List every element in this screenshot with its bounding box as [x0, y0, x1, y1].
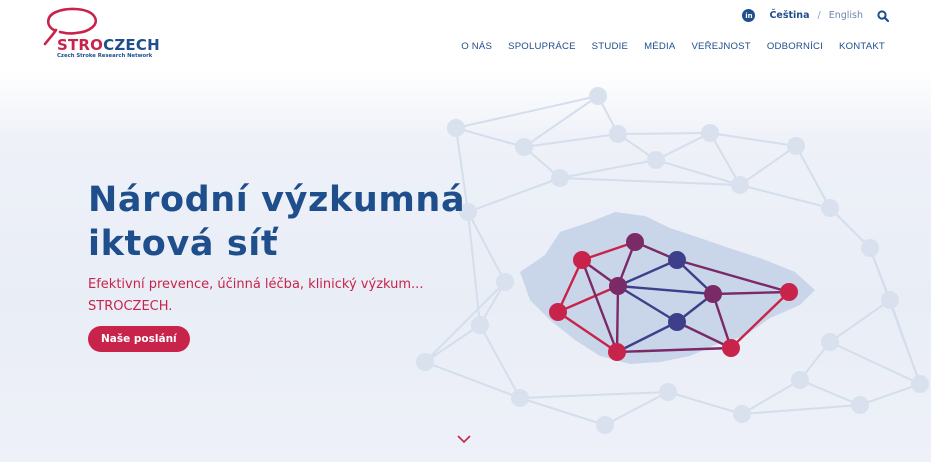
chevron-down-icon[interactable]: [456, 434, 472, 444]
faint-network-line: [424, 324, 481, 363]
faint-network-node: [821, 199, 839, 217]
faint-network-node: [511, 389, 529, 407]
faint-network-node: [911, 375, 929, 393]
site-header: STROCZECH Czech Stroke Research Network …: [0, 0, 931, 72]
hero-title: Národní výzkumná iktová síť: [88, 178, 488, 266]
faint-network-node: [515, 138, 533, 156]
faint-network-line: [859, 383, 921, 406]
main-nav: O NÁS SPOLUPRÁCE STUDIE MÉDIA VEŘEJNOST …: [461, 41, 885, 52]
faint-network-line: [424, 361, 521, 399]
faint-network-node: [659, 383, 677, 401]
hero-title-line2: iktová síť: [88, 224, 279, 264]
faint-network-line: [829, 299, 891, 343]
faint-network-line: [617, 132, 711, 135]
nav-item-spoluprace[interactable]: SPOLUPRÁCE: [508, 41, 576, 52]
network-node: [626, 233, 644, 251]
faint-network-node: [821, 333, 839, 351]
stroczech-logo[interactable]: STROCZECH Czech Stroke Research Network: [42, 6, 172, 62]
faint-network-line: [709, 132, 797, 147]
nav-item-kontakt[interactable]: KONTAKT: [839, 41, 885, 52]
faint-network-line: [739, 184, 831, 209]
network-node: [704, 285, 722, 303]
search-icon[interactable]: [877, 9, 889, 22]
network-node: [609, 277, 627, 295]
faint-network-line: [523, 133, 619, 148]
nav-item-studie[interactable]: STUDIE: [592, 41, 628, 52]
network-node: [573, 251, 591, 269]
lang-separator: /: [817, 10, 821, 21]
network-node: [668, 251, 686, 269]
faint-network-line: [455, 127, 525, 148]
faint-network-node: [791, 371, 809, 389]
faint-network-node: [701, 124, 719, 142]
network-node: [608, 343, 626, 361]
faint-network-node: [471, 316, 489, 334]
faint-network-line: [559, 159, 657, 179]
faint-network-line: [604, 391, 669, 426]
nav-item-verejnost[interactable]: VEŘEJNOST: [691, 41, 750, 52]
logo-tagline: Czech Stroke Research Network: [57, 53, 153, 59]
faint-network-node: [416, 353, 434, 371]
top-utility-bar: in Čeština / English: [742, 9, 889, 22]
faint-network-node: [447, 119, 465, 137]
logo-wordmark: STROCZECH: [57, 36, 160, 54]
mission-button[interactable]: Naše poslání: [88, 326, 190, 352]
network-line: [615, 285, 620, 353]
nav-item-odbornici[interactable]: ODBORNÍCI: [767, 41, 823, 52]
faint-network-node: [589, 87, 607, 105]
faint-network-line: [519, 397, 606, 426]
faint-network-node: [496, 273, 514, 291]
faint-network-line: [479, 324, 521, 399]
lang-english[interactable]: English: [829, 10, 863, 21]
faint-network-line: [799, 379, 861, 406]
hero-subtitle: Efektivní prevence, účinná léčba, klinic…: [88, 274, 448, 318]
faint-network-line: [741, 404, 861, 415]
faint-network-line: [455, 95, 599, 129]
hero-subtitle-line1: Efektivní prevence, účinná léčba, klinic…: [88, 277, 424, 292]
faint-network-line: [559, 177, 741, 186]
faint-network-line: [741, 379, 801, 415]
network-node: [549, 303, 567, 321]
faint-network-node: [733, 405, 751, 423]
faint-network-node: [861, 239, 879, 257]
network-node: [780, 283, 798, 301]
nav-item-media[interactable]: MÉDIA: [644, 41, 675, 52]
faint-network-node: [851, 396, 869, 414]
faint-network-node: [881, 291, 899, 309]
faint-network-line: [655, 132, 711, 161]
faint-network-node: [647, 151, 665, 169]
faint-network-node: [731, 176, 749, 194]
network-node: [722, 339, 740, 357]
faint-network-line: [519, 391, 669, 399]
faint-network-node: [787, 137, 805, 155]
faint-network-line: [667, 391, 743, 415]
faint-network-node: [609, 125, 627, 143]
faint-network-node: [596, 416, 614, 434]
hero-subtitle-line2: STROCZECH.: [88, 299, 173, 314]
faint-network-line: [739, 145, 797, 186]
linkedin-icon[interactable]: in: [742, 9, 756, 22]
faint-network-node: [551, 169, 569, 187]
network-node: [668, 313, 686, 331]
nav-item-o-nas[interactable]: O NÁS: [461, 41, 492, 52]
hero-title-line1: Národní výzkumná: [88, 180, 466, 220]
faint-network-line: [795, 145, 831, 209]
lang-cestina[interactable]: Čeština: [769, 10, 809, 21]
